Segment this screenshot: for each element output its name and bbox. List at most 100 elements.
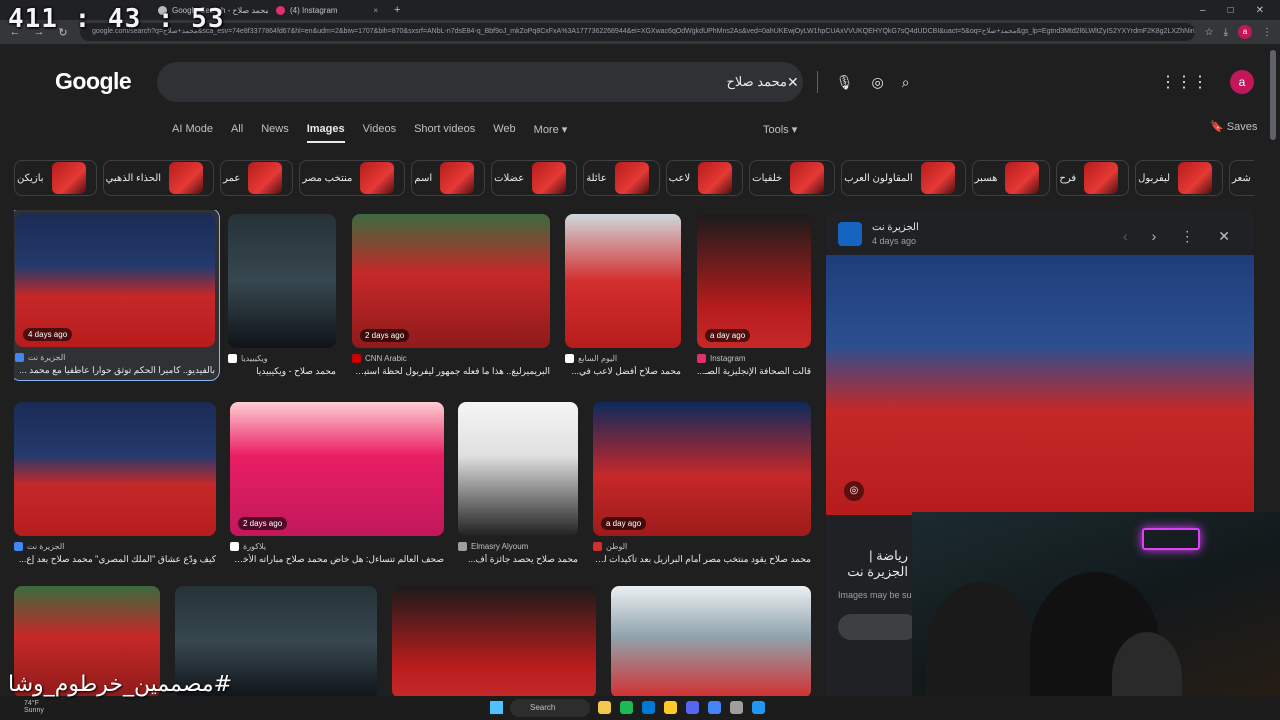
tab-videos[interactable]: Videos [363, 123, 396, 143]
result-image[interactable] [458, 402, 578, 536]
result-caption[interactable]: كيف ودّع عشاق "الملك المصري" محمد صلاح ب… [14, 554, 216, 565]
search-input[interactable] [171, 74, 787, 90]
chip[interactable]: شعر [1229, 160, 1254, 196]
result-image[interactable] [611, 586, 811, 698]
result-image[interactable]: a day ago [593, 402, 811, 536]
clear-icon[interactable]: ✕ [787, 74, 799, 91]
url-field[interactable]: google.com/search?q=محمد+صلاح&sca_esv=74… [80, 23, 1195, 41]
more-options-icon[interactable]: ⋮ [1180, 228, 1194, 245]
close-icon[interactable]: ✕ [1218, 228, 1230, 245]
result-image[interactable]: 2 days ago [230, 402, 444, 536]
tab-web[interactable]: Web [493, 123, 515, 143]
previous-icon[interactable]: ‹ [1123, 228, 1128, 245]
tab-more[interactable]: More ▾ [534, 123, 568, 143]
image-result[interactable]: اليوم السابع محمد صلاح أفضل لاعب في... [565, 214, 681, 377]
chip[interactable]: فرح [1056, 160, 1130, 196]
result-caption[interactable]: محمد صلاح - ويكيبيديا [228, 366, 336, 377]
result-caption[interactable]: قالت الصحافة الإنجليزية الصـ... [697, 366, 811, 377]
account-avatar[interactable]: a [1230, 70, 1254, 94]
chip[interactable]: عمر [220, 160, 294, 196]
search-box[interactable]: ✕ 🎙 ◎ ⌕ [157, 62, 910, 102]
preview-source[interactable]: الجزيرة نت 4 days ago [838, 222, 919, 246]
search-icon[interactable]: ⌕ [902, 74, 910, 91]
image-result[interactable]: 2 days ago يلاكورة صحف العالم تتساءل: هل… [230, 402, 444, 565]
discord-icon[interactable] [686, 701, 699, 714]
result-image[interactable] [228, 214, 336, 348]
tools-button[interactable]: Tools ▾ [763, 123, 797, 136]
visit-button[interactable] [838, 614, 918, 640]
scrollbar[interactable] [1270, 50, 1276, 140]
file-explorer-icon[interactable] [598, 701, 611, 714]
chip[interactable]: منتخب مصر [299, 160, 406, 196]
tab-short-videos[interactable]: Short videos [414, 123, 475, 143]
image-result[interactable]: 2 days ago CNN Arabic البريميرليغ.. هذا … [352, 214, 550, 377]
result-caption[interactable]: صحف العالم تتساءل: هل خاض محمد صلاح مبار… [230, 554, 444, 565]
result-image[interactable]: 2 days ago [352, 214, 550, 348]
preview-image[interactable]: ◎ [826, 255, 1254, 515]
weather-widget[interactable]: 74°F Sunny [24, 700, 44, 714]
lens-icon[interactable]: ◎ [872, 74, 884, 91]
chip[interactable]: عائلة [583, 160, 660, 196]
star-icon[interactable]: ☆ [1205, 27, 1214, 38]
tab-all[interactable]: All [231, 123, 243, 143]
menu-dots-icon[interactable]: ⋮ [1262, 27, 1272, 38]
spotify-icon[interactable] [620, 701, 633, 714]
search-header: Google ✕ 🎙 ◎ ⌕ ⋮⋮⋮ a AI Mode All News Im… [0, 44, 1280, 154]
browser-tab-instagram[interactable]: (4) Instagram × [268, 1, 386, 19]
result-image[interactable] [392, 586, 596, 698]
close-window-icon[interactable]: ✕ [1256, 5, 1264, 16]
image-result[interactable]: ويكيبيديا محمد صلاح - ويكيبيديا [228, 214, 336, 377]
next-icon[interactable]: › [1152, 228, 1157, 245]
result-image[interactable]: 4 days ago [15, 213, 215, 347]
chip[interactable]: اسم [411, 160, 486, 196]
chip[interactable]: ليفربول [1135, 160, 1224, 196]
image-result[interactable]: Elmasry Alyoum محمد صلاح يحصد جائزة أف..… [458, 402, 578, 565]
download-icon[interactable]: ⤓ [1224, 27, 1228, 38]
chip[interactable]: الحذاء الذهبي [102, 160, 215, 196]
browser-tab-label: (4) Instagram [290, 5, 338, 15]
chip[interactable]: بازيكن [14, 160, 97, 196]
maximize-icon[interactable]: □ [1228, 5, 1234, 16]
chip[interactable]: عضلات [491, 160, 578, 196]
image-result[interactable]: a day ago Instagram قالت الصحافة الإنجلي… [697, 214, 811, 377]
result-caption[interactable]: محمد صلاح يقود منتخب مصر أمام البرازيل ب… [593, 554, 811, 565]
image-result-selected[interactable]: 4 days ago الجزيرة نت بالفيديو.. كاميرا … [14, 210, 220, 381]
tab-ai-mode[interactable]: AI Mode [172, 123, 213, 143]
chrome-icon[interactable] [708, 701, 721, 714]
tab-images[interactable]: Images [306, 123, 345, 143]
chip[interactable]: خلفيات [749, 160, 836, 196]
result-image[interactable] [14, 402, 216, 536]
result-image[interactable] [565, 214, 681, 348]
lens-search-icon[interactable]: ◎ [844, 481, 864, 501]
preview-title[interactable]: رياضة | الجزيرة نت [838, 548, 908, 580]
google-logo[interactable]: Google [55, 68, 132, 95]
close-tab-icon[interactable]: × [373, 6, 378, 15]
apps-grid-icon[interactable]: ⋮⋮⋮ [1160, 72, 1208, 92]
chip[interactable]: لاعب [665, 160, 744, 196]
window-controls: – □ ✕ [1200, 5, 1280, 16]
new-tab-button[interactable]: + [386, 4, 408, 16]
image-result[interactable] [392, 586, 596, 698]
result-caption[interactable]: البريميرليغ.. هذا ما فعله جمهور ليفربول … [352, 366, 550, 377]
folder-icon[interactable] [664, 701, 677, 714]
tab-news[interactable]: News [261, 123, 289, 143]
result-caption[interactable]: بالفيديو.. كاميرا الحكم توثق حوارا عاطفي… [15, 365, 215, 376]
image-result[interactable]: الجزيرة نت كيف ودّع عشاق "الملك المصري" … [14, 402, 216, 565]
windows-start-icon[interactable] [490, 701, 503, 714]
github-icon[interactable] [730, 701, 743, 714]
image-result[interactable]: a day ago الوطن محمد صلاح يقود منتخب مصر… [593, 402, 811, 565]
microphone-icon[interactable]: 🎙 [836, 74, 854, 91]
telegram-icon[interactable] [752, 701, 765, 714]
chip[interactable]: المقاولون العرب [841, 160, 966, 196]
chip[interactable]: هسبر [971, 160, 1051, 196]
image-result[interactable] [611, 586, 811, 698]
result-caption[interactable]: محمد صلاح يحصد جائزة أف... [458, 554, 578, 565]
minimize-icon[interactable]: – [1200, 5, 1206, 16]
edge-icon[interactable] [642, 701, 655, 714]
result-caption[interactable]: محمد صلاح أفضل لاعب في... [565, 366, 681, 377]
profile-avatar-small[interactable]: a [1238, 25, 1252, 39]
taskbar-search[interactable]: Search [510, 699, 590, 717]
saves-button[interactable]: 🔖 Saves [1210, 120, 1257, 133]
result-image[interactable]: a day ago [697, 214, 811, 348]
preview-site-name: الجزيرة نت [872, 222, 919, 233]
